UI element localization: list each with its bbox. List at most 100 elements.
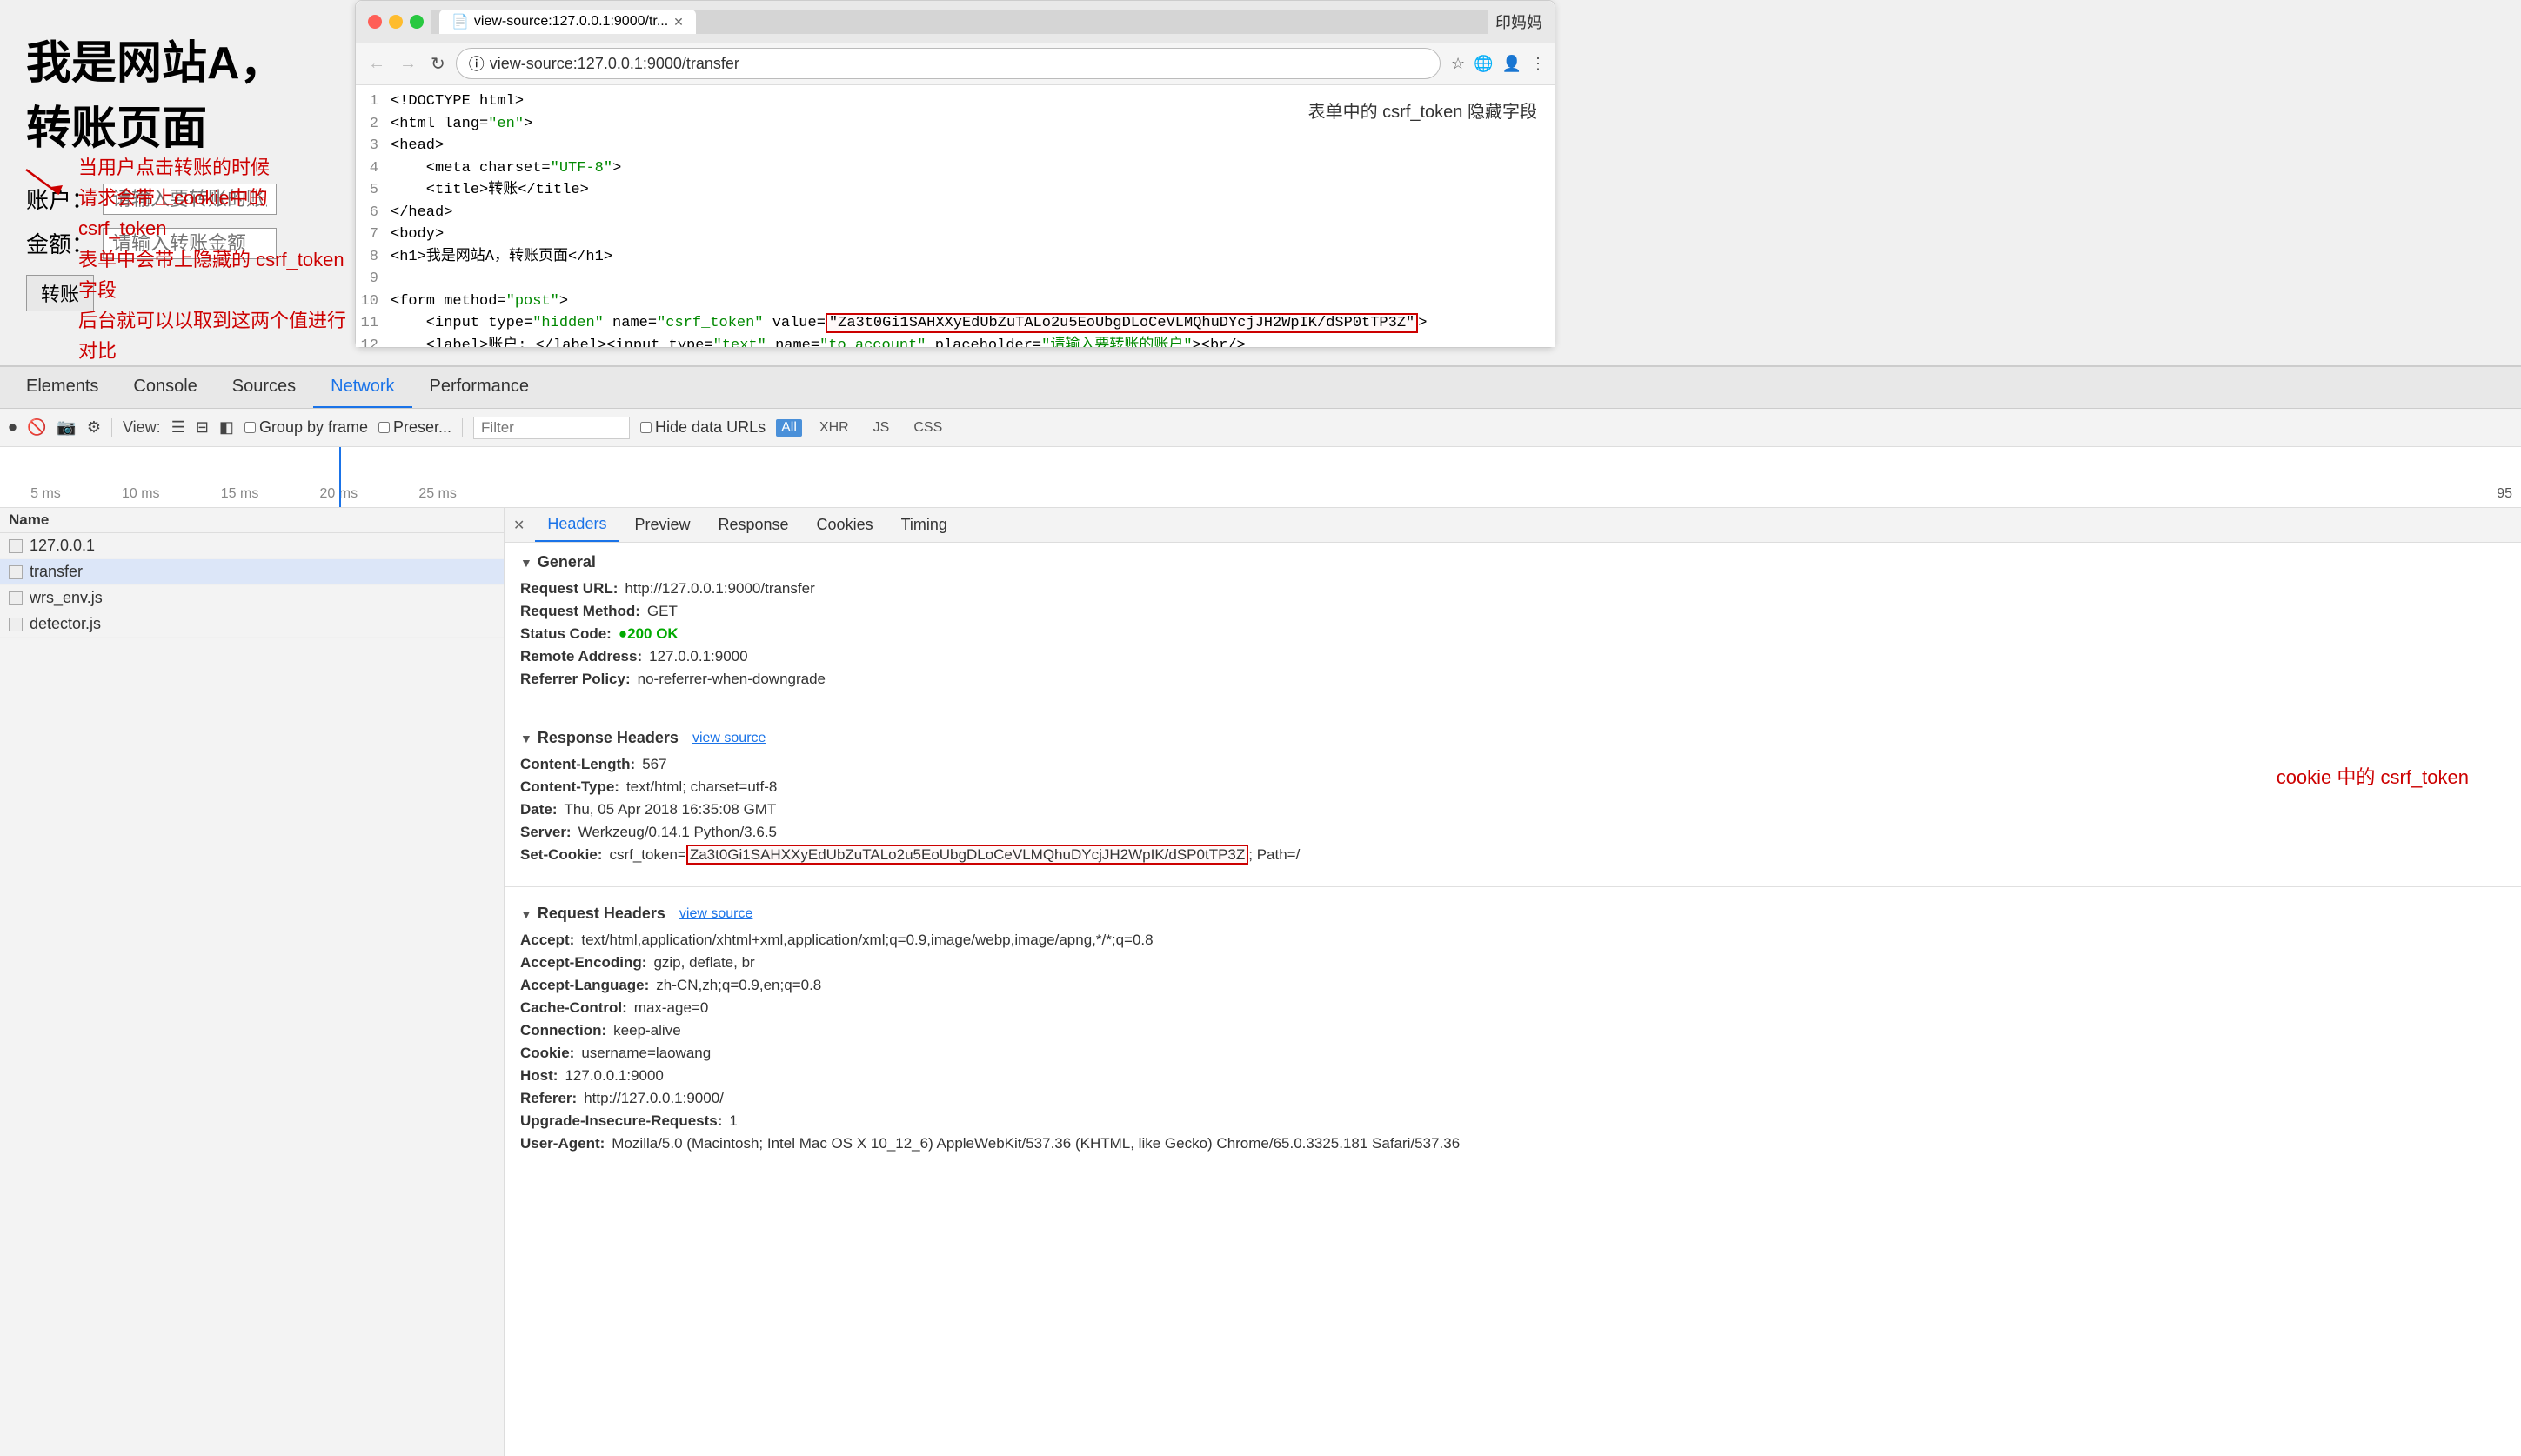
reload-button[interactable]: ↻	[427, 53, 449, 75]
view-small-icon[interactable]: ⊟	[196, 418, 209, 437]
camera-icon[interactable]: 📷	[57, 418, 76, 437]
browser-navbar: ← → ↻ ⓘ view-source:127.0.0.1:9000/trans…	[356, 43, 1555, 85]
filter-js-btn[interactable]: JS	[866, 419, 897, 437]
referrer-policy-row: Referrer Policy: no-referrer-when-downgr…	[520, 671, 2505, 688]
upgrade-insecure-row: Upgrade-Insecure-Requests: 1	[520, 1112, 2505, 1130]
back-button[interactable]: ←	[364, 54, 389, 74]
minimize-button[interactable]	[389, 15, 403, 29]
active-tab[interactable]: 📄 view-source:127.0.0.1:9000/tr... ✕	[439, 10, 696, 34]
remote-address-val: 127.0.0.1:9000	[649, 648, 747, 665]
clear-icon[interactable]: 🚫	[27, 418, 46, 437]
source-line-12: 12 <label>账户: </label><input type="text"…	[356, 335, 1555, 348]
tab-bar: 📄 view-source:127.0.0.1:9000/tr... ✕	[431, 10, 1488, 34]
source-viewer: 1<!DOCTYPE html> 2<html lang="en"> 3<hea…	[356, 85, 1555, 347]
annotation-line-4: 后台就可以以取到这两个值进行对比	[78, 305, 348, 366]
network-list: Name 127.0.0.1 transfer wrs_env.js detec…	[0, 508, 2521, 1456]
connection-row: Connection: keep-alive	[520, 1022, 2505, 1039]
network-item-3[interactable]: detector.js	[0, 611, 504, 638]
view-list-icon[interactable]: ☰	[171, 418, 185, 437]
titlebar-right: 印妈妈	[1495, 10, 1542, 33]
file-icon-0	[9, 539, 23, 553]
filter-input[interactable]	[473, 417, 630, 439]
tab-title: view-source:127.0.0.1:9000/tr...	[474, 14, 668, 30]
details-close-icon[interactable]: ✕	[513, 517, 525, 534]
remote-address-key: Remote Address:	[520, 648, 642, 665]
hide-data-urls-label[interactable]: Hide data URLs	[640, 418, 766, 437]
network-item-2[interactable]: wrs_env.js	[0, 585, 504, 611]
file-icon-1	[9, 565, 23, 579]
profile-icon[interactable]: 👤	[1502, 55, 1521, 73]
preserve-log-label[interactable]: Preser...	[378, 418, 451, 437]
response-headers-view-source[interactable]: view source	[692, 731, 766, 746]
request-url-val: http://127.0.0.1:9000/transfer	[625, 580, 814, 598]
tab-sources[interactable]: Sources	[215, 367, 313, 408]
browser-titlebar: 📄 view-source:127.0.0.1:9000/tr... ✕ 印妈妈	[356, 1, 1555, 43]
tab-network[interactable]: Network	[313, 367, 411, 408]
annotation-arrow	[17, 161, 70, 204]
network-item-1[interactable]: transfer	[0, 559, 504, 585]
tab-console[interactable]: Console	[116, 367, 214, 408]
request-details: ✕ Headers Preview Response Cookies Timin…	[505, 508, 2521, 1456]
filter-icon[interactable]: ⚙	[87, 418, 101, 437]
devtools: Elements Console Sources Network Perform…	[0, 365, 2521, 1456]
status-code-key: Status Code:	[520, 625, 612, 643]
annotation-line-1: 当用户点击转账的时候	[78, 152, 348, 183]
devtools-toolbar: ⏺ 🚫 📷 ⚙ View: ☰ ⊟ ◧ Group by frame Prese…	[0, 409, 2521, 447]
network-timeline: 5 ms 10 ms 15 ms 20 ms 25 ms 95	[0, 447, 2521, 508]
remote-address-row: Remote Address: 127.0.0.1:9000	[520, 648, 2505, 665]
source-line-3: 3<head>	[356, 135, 1555, 157]
preserve-log-checkbox[interactable]	[378, 422, 390, 433]
extension-icon[interactable]: 🌐	[1474, 55, 1493, 73]
server-val: Werkzeug/0.14.1 Python/3.6.5	[578, 824, 777, 841]
general-section-header[interactable]: ▼ General	[520, 553, 2505, 571]
details-tab-headers[interactable]: Headers	[535, 508, 619, 542]
group-by-frame-checkbox[interactable]	[244, 422, 256, 433]
tab-performance[interactable]: Performance	[412, 367, 547, 408]
status-code-val: 200 OK	[627, 625, 679, 643]
source-line-9: 9	[356, 268, 1555, 291]
cookie-row: Cookie: username=laowang	[520, 1045, 2505, 1062]
request-url-row: Request URL: http://127.0.0.1:9000/trans…	[520, 580, 2505, 598]
source-annotation: 表单中的 csrf_token 隐藏字段	[1308, 99, 1537, 125]
details-tab-preview[interactable]: Preview	[622, 508, 702, 542]
close-button[interactable]	[368, 15, 382, 29]
details-tab-response[interactable]: Response	[705, 508, 800, 542]
star-icon[interactable]: ☆	[1451, 55, 1465, 73]
filter-css-btn[interactable]: CSS	[906, 419, 949, 437]
upgrade-insecure-key: Upgrade-Insecure-Requests:	[520, 1112, 722, 1130]
request-headers-title: Request Headers	[538, 905, 665, 923]
network-item-name-3: detector.js	[30, 615, 101, 633]
preserve-log-text: Preser...	[393, 418, 451, 437]
request-headers-section-header[interactable]: ▼ Request Headers view source	[520, 905, 2505, 923]
user-agent-row: User-Agent: Mozilla/5.0 (Macintosh; Inte…	[520, 1135, 2505, 1152]
response-headers-section-header[interactable]: ▼ Response Headers view source	[520, 729, 2505, 747]
tab-close-icon[interactable]: ✕	[673, 15, 684, 30]
maximize-button[interactable]	[410, 15, 424, 29]
cookie-val: username=laowang	[581, 1045, 711, 1062]
content-type-row: Content-Type: text/html; charset=utf-8	[520, 778, 2505, 796]
cookie-key: Cookie:	[520, 1045, 574, 1062]
tl-label-15ms: 15 ms	[221, 486, 259, 502]
view-screenshot-icon[interactable]: ◧	[219, 418, 234, 437]
response-headers-section: ▼ Response Headers view source Content-L…	[505, 718, 2521, 879]
group-by-frame-label[interactable]: Group by frame	[244, 418, 368, 437]
request-headers-view-source[interactable]: view source	[679, 906, 752, 922]
details-tab-timing[interactable]: Timing	[889, 508, 960, 542]
response-headers-title: Response Headers	[538, 729, 679, 747]
annotation-line-3: 表单中会带上隐藏的 csrf_token 字段	[78, 244, 348, 305]
accept-row: Accept: text/html,application/xhtml+xml,…	[520, 932, 2505, 949]
filter-xhr-btn[interactable]: XHR	[812, 419, 856, 437]
hide-data-urls-checkbox[interactable]	[640, 422, 652, 433]
record-icon[interactable]: ⏺	[9, 418, 17, 437]
network-item-0[interactable]: 127.0.0.1	[0, 533, 504, 559]
menu-icon[interactable]: ⋮	[1530, 55, 1546, 73]
source-line-5: 5 <title>转账</title>	[356, 179, 1555, 202]
details-tab-cookies[interactable]: Cookies	[805, 508, 886, 542]
tab-elements[interactable]: Elements	[9, 367, 116, 408]
cache-control-row: Cache-Control: max-age=0	[520, 999, 2505, 1017]
forward-button[interactable]: →	[396, 54, 420, 74]
status-code-row: Status Code: ● 200 OK	[520, 625, 2505, 643]
filter-all-btn[interactable]: All	[776, 419, 802, 437]
address-bar[interactable]: ⓘ view-source:127.0.0.1:9000/transfer	[456, 48, 1441, 79]
view-label: View:	[123, 418, 161, 437]
